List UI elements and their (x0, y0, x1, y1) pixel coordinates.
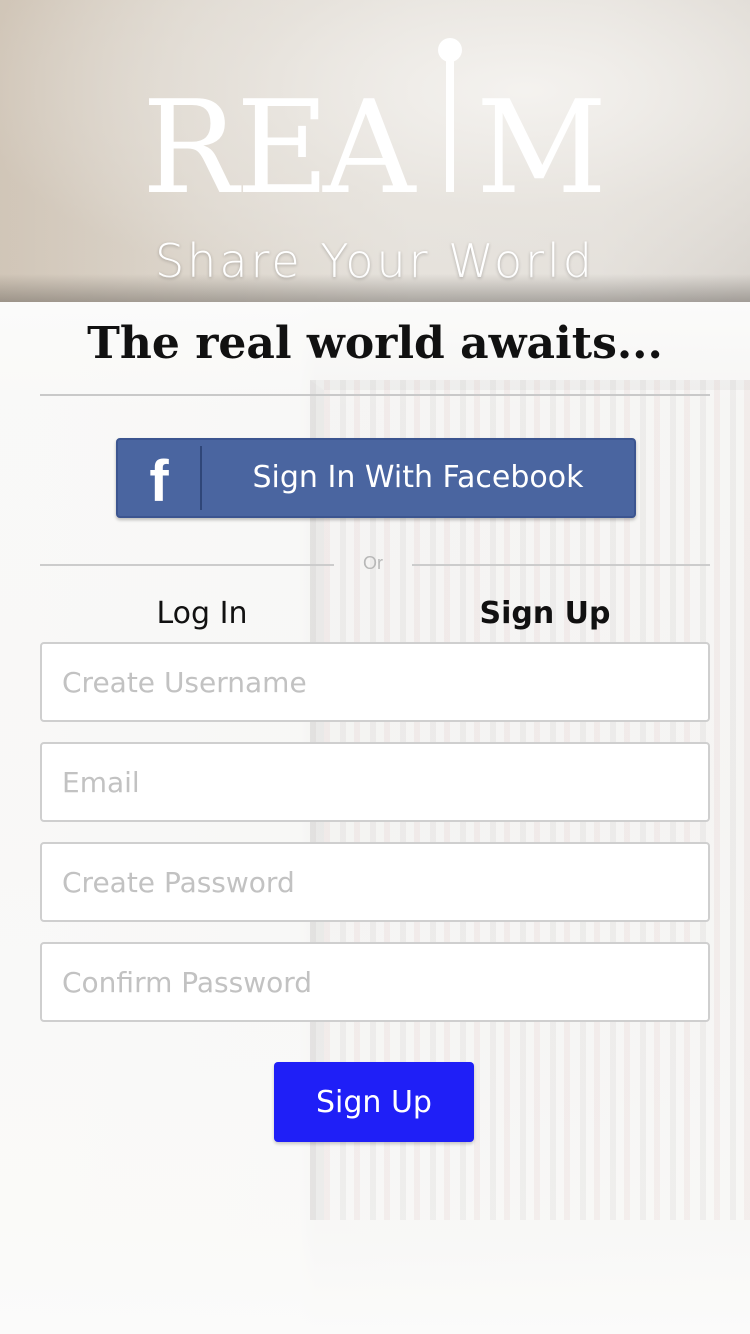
facebook-f-icon: f (149, 448, 169, 514)
svg-text:M: M (476, 74, 613, 202)
hero-header: R E A M Share Your World (0, 0, 750, 302)
tab-signup[interactable]: Sign Up (345, 594, 745, 634)
hero-shadow (0, 274, 750, 302)
facebook-signin-label: Sign In With Facebook (252, 460, 584, 495)
password-field[interactable] (40, 842, 710, 922)
signup-button[interactable]: Sign Up (274, 1062, 474, 1142)
tab-login[interactable]: Log In (0, 594, 404, 634)
email-field[interactable] (40, 742, 710, 822)
or-label: Or (363, 553, 383, 573)
svg-text:R: R (142, 74, 244, 202)
logo-block: R E A M Share Your World (0, 32, 750, 288)
divider (40, 394, 710, 396)
svg-text:E: E (236, 74, 335, 202)
realm-logo: R E A M (142, 38, 613, 202)
svg-text:A: A (322, 74, 421, 202)
page-title: The real world awaits... (87, 318, 663, 369)
or-divider-left (40, 564, 334, 566)
confirm-password-field[interactable] (40, 942, 710, 1022)
facebook-signin-button[interactable]: f Sign In With Facebook (116, 438, 636, 518)
or-divider-right (412, 564, 710, 566)
username-field[interactable] (40, 642, 710, 722)
